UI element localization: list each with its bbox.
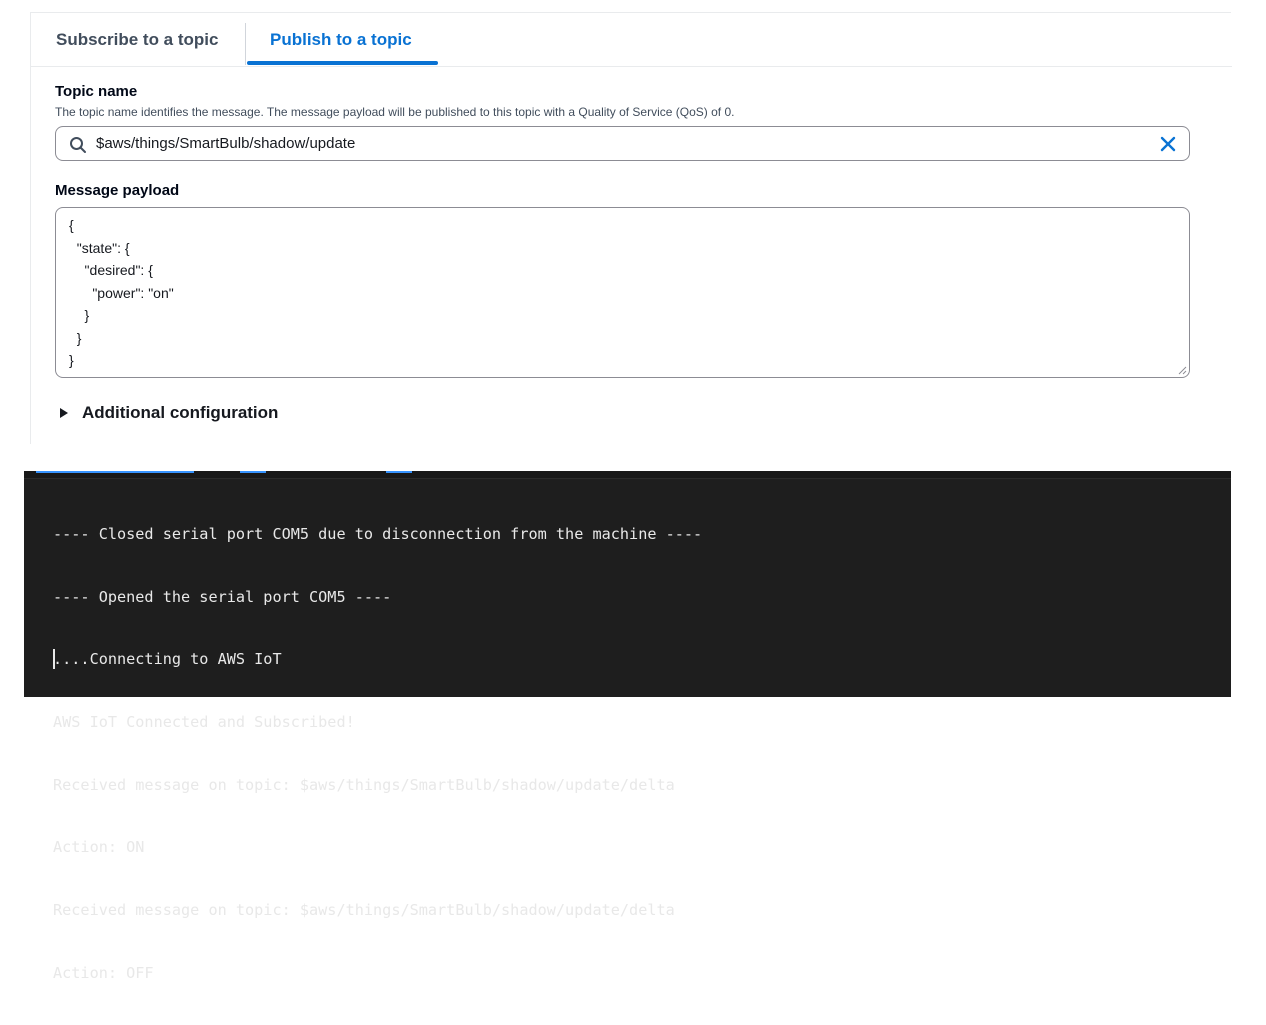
message-payload-label: Message payload	[55, 182, 180, 199]
active-tab-indicator	[247, 61, 438, 65]
tab-subscribe[interactable]: Subscribe to a topic	[56, 13, 218, 66]
tab-divider	[245, 23, 246, 65]
terminal-line: ---- Closed serial port COM5 due to disc…	[53, 524, 703, 543]
topic-name-description: The topic name identifies the message. T…	[55, 105, 735, 119]
caret-right-icon	[60, 408, 68, 418]
terminal-tab-indicator	[240, 471, 266, 473]
terminal-cursor	[53, 649, 55, 669]
terminal-line: ....Connecting to AWS IoT	[53, 650, 282, 669]
message-payload-content[interactable]: { "state": { "desired": { "power": "on" …	[69, 214, 174, 372]
terminal-line: Received message on topic: $aws/things/S…	[53, 901, 675, 920]
terminal-tab-strip	[24, 471, 1231, 479]
terminal-tab-indicator	[386, 471, 412, 473]
topic-name-input[interactable]	[96, 127, 1136, 160]
tab-publish[interactable]: Publish to a topic	[270, 13, 412, 66]
terminal-output: ---- Closed serial port COM5 due to disc…	[53, 482, 702, 1025]
terminal-line: Action: ON	[53, 838, 145, 857]
serial-monitor-terminal[interactable]: ---- Closed serial port COM5 due to disc…	[24, 471, 1231, 982]
additional-configuration-label: Additional configuration	[82, 403, 279, 422]
resize-handle-icon[interactable]	[1177, 365, 1187, 375]
tab-bar: Subscribe to a topic Publish to a topic	[31, 13, 1232, 67]
topic-name-field[interactable]	[55, 126, 1190, 161]
close-icon[interactable]	[1159, 135, 1177, 153]
terminal-tab-indicator	[36, 471, 194, 473]
terminal-line: ---- Opened the serial port COM5 ----	[53, 587, 392, 606]
terminal-line: Action: OFF	[53, 963, 154, 982]
publish-panel: Subscribe to a topic Publish to a topic …	[30, 12, 1232, 444]
terminal-line: AWS IoT Connected and Subscribed!	[53, 712, 355, 731]
search-icon	[70, 137, 86, 153]
topic-name-label: Topic name	[55, 83, 138, 100]
message-payload-textarea[interactable]: { "state": { "desired": { "power": "on" …	[55, 207, 1190, 378]
terminal-line: Received message on topic: $aws/things/S…	[53, 775, 675, 794]
